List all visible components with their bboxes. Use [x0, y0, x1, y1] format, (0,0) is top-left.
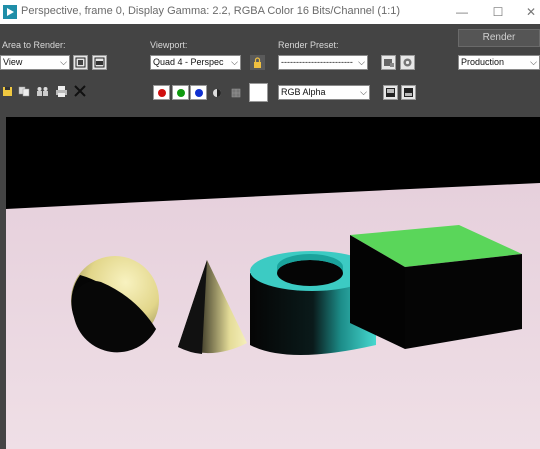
render-preset-dropdown[interactable]: ------------------------ ⌵ — [278, 55, 368, 70]
viewport-label: Viewport: — [150, 40, 188, 50]
copy-image-icon[interactable] — [18, 86, 30, 100]
render-button[interactable]: Render — [458, 29, 540, 47]
close-button[interactable]: ✕ — [516, 2, 540, 22]
channel-display-value: RGB Alpha — [281, 87, 326, 97]
viewport-dropdown[interactable]: Quad 4 - Perspec ⌵ — [150, 55, 241, 70]
edit-region-icon[interactable] — [73, 55, 88, 70]
maximize-button[interactable]: ☐ — [483, 2, 513, 22]
viewport-value: Quad 4 - Perspec — [153, 57, 224, 67]
clone-window-icon[interactable] — [36, 86, 49, 100]
app-icon — [3, 5, 17, 19]
window-title: Perspective, frame 0, Display Gamma: 2.2… — [21, 5, 401, 17]
render-preset-value: ------------------------ — [281, 57, 353, 67]
color-swatch[interactable] — [249, 83, 268, 102]
green-channel-icon — [177, 89, 185, 97]
area-to-render-label: Area to Render: — [2, 40, 66, 50]
box-object — [350, 225, 522, 349]
green-channel-toggle[interactable] — [172, 85, 189, 100]
blue-channel-icon — [195, 89, 203, 97]
render-setup-icon[interactable] — [381, 55, 396, 70]
area-to-render-dropdown[interactable]: View ⌵ — [0, 55, 70, 70]
print-icon[interactable] — [55, 86, 68, 100]
mono-channel-icon[interactable] — [212, 88, 222, 101]
area-to-render-value: View — [3, 57, 23, 67]
clear-icon[interactable] — [73, 84, 87, 101]
rendered-image[interactable] — [6, 117, 540, 449]
channel-display-dropdown[interactable]: RGB Alpha ⌵ — [278, 85, 370, 100]
chevron-down-icon: ⌵ — [360, 87, 367, 97]
lock-icon[interactable] — [250, 55, 265, 70]
production-value: Production — [461, 57, 505, 67]
chevron-down-icon: ⌵ — [358, 57, 365, 67]
display-alpha-icon[interactable] — [383, 85, 398, 100]
chevron-down-icon: ⌵ — [530, 57, 537, 67]
window-title-bar: Perspective, frame 0, Display Gamma: 2.2… — [0, 0, 540, 24]
environment-icon[interactable] — [400, 55, 415, 70]
toggle-uv-icon[interactable] — [231, 88, 241, 101]
auto-region-icon[interactable] — [92, 55, 107, 70]
chevron-down-icon: ⌵ — [60, 57, 67, 67]
production-dropdown[interactable]: Production ⌵ — [458, 55, 540, 70]
render-preset-label: Render Preset: — [278, 40, 339, 50]
chevron-down-icon: ⌵ — [231, 57, 238, 67]
blue-channel-toggle[interactable] — [190, 85, 207, 100]
display-channel-icon[interactable] — [401, 85, 416, 100]
red-channel-icon — [158, 89, 166, 97]
minimize-button[interactable]: — — [447, 2, 477, 22]
save-image-icon[interactable] — [2, 86, 13, 100]
red-channel-toggle[interactable] — [153, 85, 170, 100]
